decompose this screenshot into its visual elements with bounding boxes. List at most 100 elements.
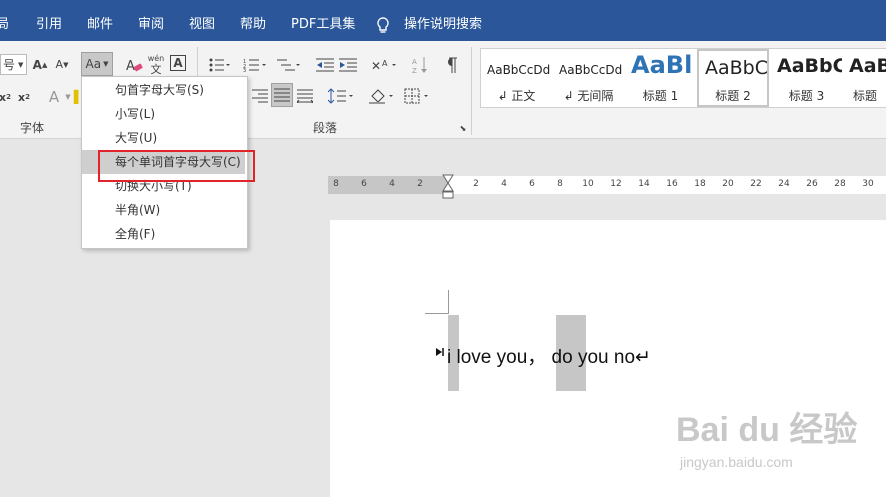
document-text[interactable]: i love you， do you no↵ — [447, 342, 651, 369]
style-title[interactable]: AaBb 标题 — [843, 49, 886, 107]
menu-item-sentence-case[interactable]: 句首字母大写(S) — [82, 78, 245, 102]
phonetic-char: 文 — [150, 63, 162, 76]
style-preview: AaBbCcDd — [487, 63, 551, 77]
svg-text:A: A — [126, 59, 135, 73]
character-border-button[interactable]: A — [170, 55, 186, 71]
ruler-tick: 4 — [501, 179, 507, 189]
ruler-tick: 30 — [862, 179, 874, 189]
tab-review[interactable]: 审阅 — [138, 0, 164, 41]
distributed-align-icon[interactable] — [296, 86, 314, 106]
font-size-value: 号 — [3, 58, 16, 72]
font-group-label: 字体 — [20, 121, 45, 135]
increase-indent-icon[interactable] — [338, 54, 358, 75]
ruler-tick: 26 — [806, 179, 818, 189]
chevron-down-icon: ▼ — [18, 60, 24, 69]
numbering-icon[interactable]: 123 — [240, 54, 270, 75]
style-preview: AaBbC — [705, 57, 769, 79]
paragraph-mark-icon — [435, 347, 445, 357]
font-size-combo[interactable]: 号 ▼ — [0, 54, 27, 75]
show-formatting-marks-icon[interactable] — [442, 53, 460, 76]
change-case-label: Aa — [85, 57, 102, 71]
subscript-icon[interactable]: x2 — [0, 87, 12, 107]
menu-item-half-width[interactable]: 半角(W) — [82, 198, 245, 222]
ruler-tick: 4 — [389, 179, 395, 189]
svg-text:A: A — [382, 59, 388, 68]
ruler-tick: 24 — [778, 179, 790, 189]
paragraph-group-label: 段落 — [313, 121, 338, 135]
ruler-tick: 6 — [529, 179, 535, 189]
ruler-margin — [328, 176, 448, 194]
style-heading-2[interactable]: AaBbC 标题 2 — [697, 49, 769, 107]
watermark-url: jingyan.baidu.com — [680, 454, 793, 470]
style-name: ↲ 正文 — [497, 89, 536, 103]
sort-icon[interactable]: AZ — [410, 53, 430, 76]
ruler-tick: 2 — [417, 179, 423, 189]
change-case-button[interactable]: Aa ▼ — [81, 52, 113, 76]
style-preview: AaBbCcDd — [559, 63, 623, 77]
ruler-tick: 6 — [361, 179, 367, 189]
crop-mark — [425, 313, 449, 314]
ruler-tick: 12 — [610, 179, 622, 189]
svg-text:3: 3 — [243, 68, 246, 72]
decrease-indent-icon[interactable] — [315, 54, 335, 75]
ruler-tick: 18 — [694, 179, 706, 189]
style-name: 标题 3 — [788, 89, 825, 103]
style-normal[interactable]: AaBbCcDd ↲ 正文 — [481, 49, 552, 107]
style-preview: AaBbC — [777, 55, 842, 77]
chevron-down-icon[interactable]: ▼ — [63, 89, 73, 105]
paragraph-dialog-launcher-icon[interactable]: ⬊ — [458, 123, 468, 133]
style-name: ↲ 无间隔 — [563, 89, 614, 103]
character-border-char: A — [173, 56, 183, 70]
svg-text:Z: Z — [412, 67, 417, 74]
style-no-spacing[interactable]: AaBbCcDd ↲ 无间隔 — [553, 49, 624, 107]
svg-text:✕: ✕ — [371, 59, 381, 72]
superscript-icon[interactable]: x2 — [16, 87, 32, 107]
clear-formatting-icon[interactable]: A — [124, 54, 144, 75]
ruler-tick: 8 — [333, 179, 339, 189]
shrink-font-icon[interactable]: A ▼ — [54, 54, 70, 75]
grow-font-icon[interactable]: A ▲ — [32, 54, 48, 75]
tab-help[interactable]: 帮助 — [240, 0, 266, 41]
text-effects-icon[interactable]: A — [45, 86, 63, 108]
menu-item-lowercase[interactable]: 小写(L) — [82, 102, 245, 126]
style-heading-1[interactable]: AaBl 标题 1 — [625, 49, 696, 107]
group-divider — [471, 47, 472, 135]
borders-icon[interactable] — [402, 85, 432, 107]
shading-icon[interactable] — [367, 85, 397, 107]
ruler-tick: 20 — [722, 179, 734, 189]
menu-item-uppercase[interactable]: 大写(U) — [82, 126, 245, 150]
annotation-highlight-box — [98, 150, 255, 182]
ruler-tick: 22 — [750, 179, 762, 189]
tab-references[interactable]: 引用 — [36, 0, 62, 41]
ruler-tick: 14 — [638, 179, 650, 189]
menu-bar: 局 引用 邮件 审阅 视图 帮助 PDF工具集 操作说明搜索 — [0, 0, 886, 41]
style-name: 标题 — [852, 89, 877, 103]
style-heading-3[interactable]: AaBbC 标题 3 — [771, 49, 842, 107]
align-right-icon[interactable] — [251, 86, 269, 106]
ruler-tick: 8 — [557, 179, 563, 189]
phonetic-guide-button[interactable]: wén 文 — [147, 50, 165, 78]
line-spacing-icon[interactable] — [326, 85, 356, 107]
tab-mailings[interactable]: 邮件 — [87, 0, 113, 41]
ruler-tick: 16 — [666, 179, 678, 189]
indent-marker-icon[interactable] — [442, 174, 454, 200]
tab-view[interactable]: 视图 — [189, 0, 215, 41]
menu-item-full-width[interactable]: 全角(F) — [82, 222, 245, 246]
chevron-down-icon: ▼ — [103, 60, 109, 68]
crop-mark — [448, 290, 449, 314]
watermark-logo: Bai du 经验 — [676, 411, 858, 449]
tab-layout[interactable]: 局 — [0, 0, 9, 41]
ruler-tick: 28 — [834, 179, 846, 189]
style-name: 标题 1 — [642, 89, 679, 103]
style-preview: AaBb — [849, 55, 886, 77]
style-name: 标题 2 — [715, 89, 751, 103]
bullets-icon[interactable] — [206, 54, 234, 75]
ruler-tick: 10 — [582, 179, 594, 189]
tell-me-search[interactable]: 操作说明搜索 — [404, 0, 482, 41]
justify-icon[interactable] — [271, 83, 293, 107]
tab-pdf-tools[interactable]: PDF工具集 — [291, 0, 355, 41]
multilevel-list-icon[interactable] — [274, 54, 304, 75]
svg-text:A: A — [412, 58, 417, 66]
horizontal-ruler[interactable]: 8 6 4 2 2 4 6 8 10 12 14 16 18 20 22 24 … — [328, 174, 886, 199]
asian-layout-icon[interactable]: ✕ A — [368, 54, 400, 75]
